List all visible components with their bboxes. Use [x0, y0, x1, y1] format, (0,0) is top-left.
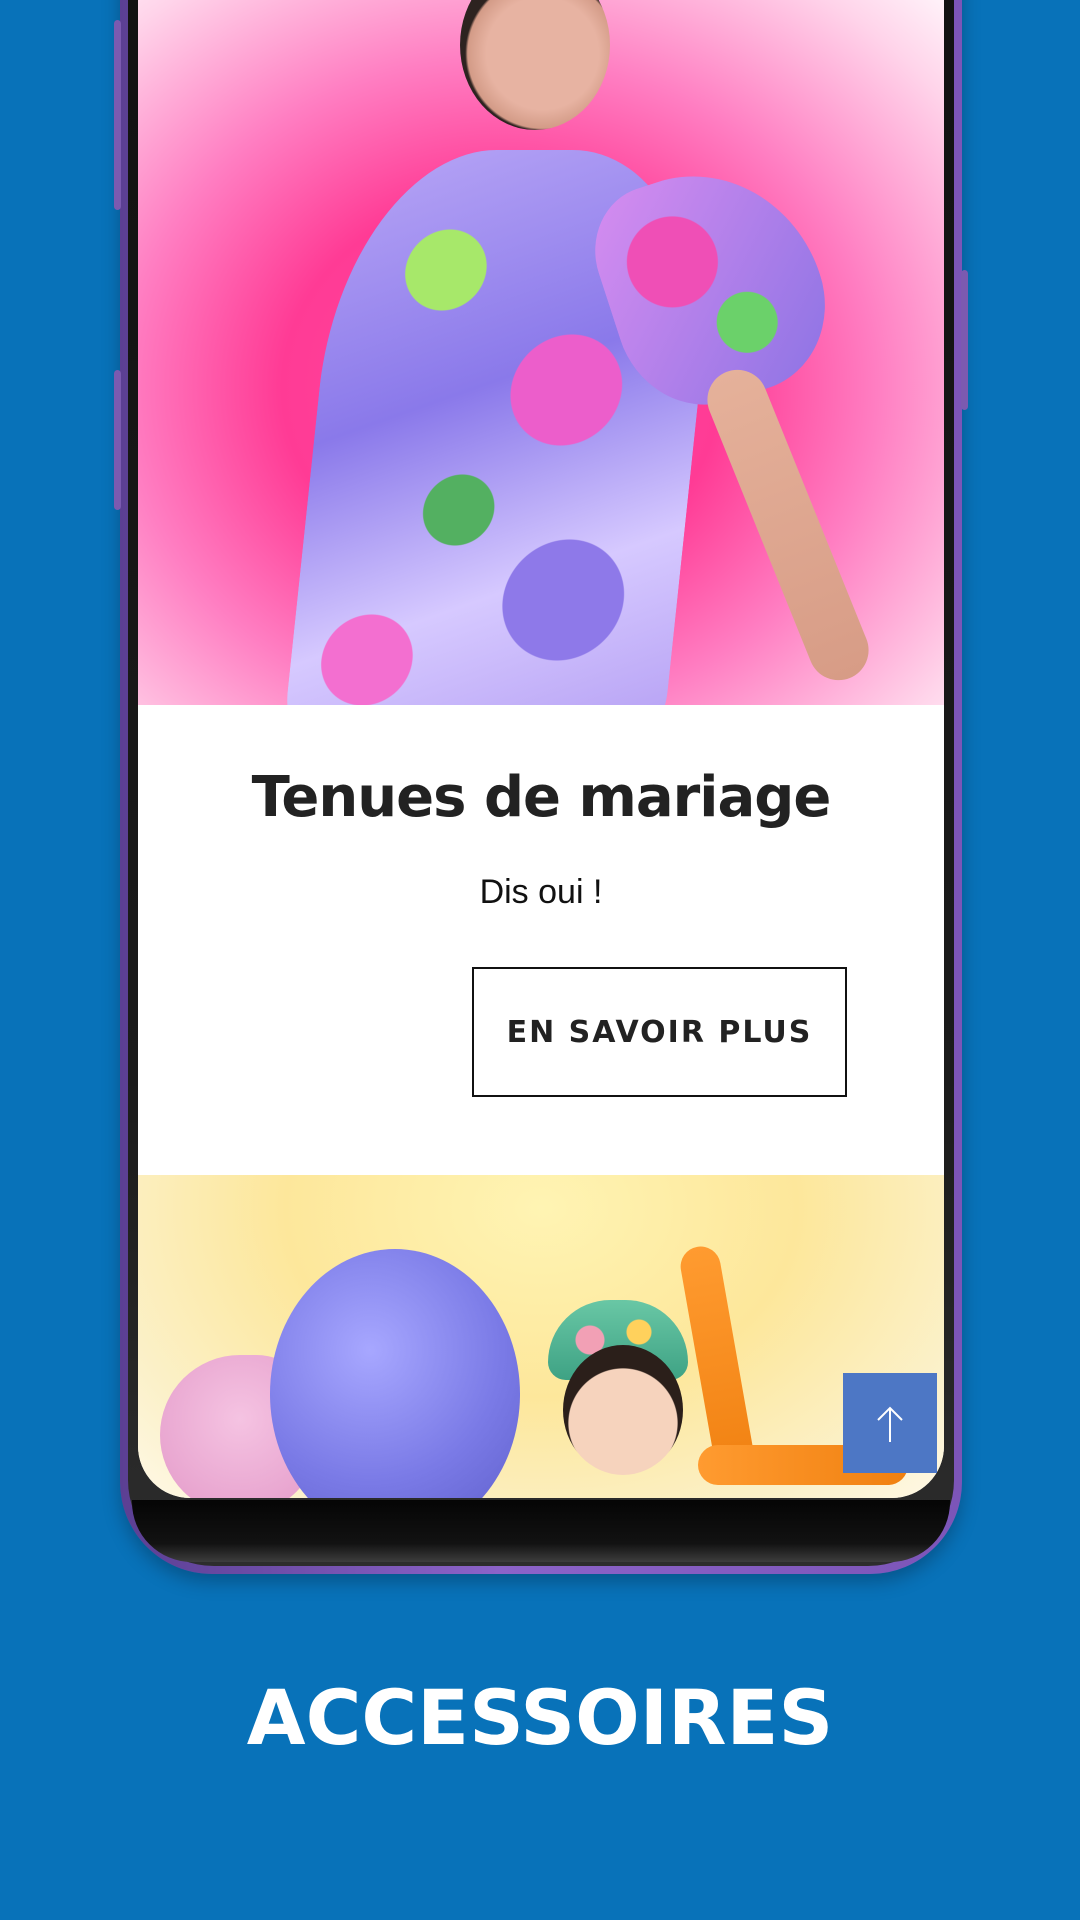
phone-side-button	[114, 370, 121, 510]
purple-sculpture	[270, 1249, 520, 1498]
hero-image[interactable]	[138, 0, 944, 705]
phone-side-button	[961, 270, 968, 410]
phone-side-button	[114, 20, 121, 210]
phone-mockup: Tenues de mariage Dis oui ! EN SAVOIR PL…	[114, 0, 968, 1574]
phone-bottom-bezel	[132, 1500, 950, 1562]
child-face	[563, 1345, 683, 1475]
learn-more-button[interactable]: EN SAVOIR PLUS	[472, 967, 847, 1097]
kids-image[interactable]	[138, 1175, 944, 1498]
model-head	[460, 0, 610, 130]
back-to-top-button[interactable]	[843, 1373, 937, 1473]
model-arm	[698, 360, 878, 690]
promo-title: Tenues de mariage	[251, 765, 832, 830]
arrow-up-icon	[877, 1406, 903, 1442]
phone-screen: Tenues de mariage Dis oui ! EN SAVOIR PL…	[138, 0, 944, 1498]
screenshot-caption: ACCESSOIRES	[246, 1673, 834, 1762]
promo-subtitle: Dis oui !	[479, 873, 603, 911]
promo-content: Tenues de mariage Dis oui ! EN SAVOIR PL…	[138, 705, 944, 1175]
